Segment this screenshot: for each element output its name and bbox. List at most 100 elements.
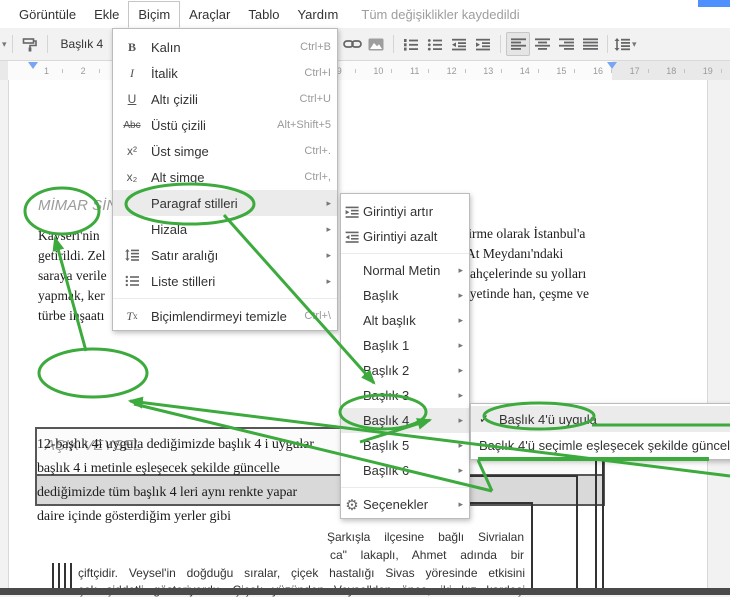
toolbar-divider [607,35,609,53]
align-right-icon [558,38,574,50]
menu-item-bicimlendirmeyi-temizle[interactable]: Tx Biçimlendirmeyi temizle Ctrl+\ [113,303,337,329]
ruler-number: 15 [556,66,567,76]
align-left-button[interactable] [506,32,531,56]
submenu-arrow-icon: ▸ [458,290,463,300]
doc-paragraph-line[interactable]: Şarkışla ilçesine bağlı Sivrialan [327,530,524,544]
menu-item-label: Üst simge [151,143,209,159]
menubar-item-goruntule[interactable]: Görüntüle [10,2,85,27]
menu-item-baslik4-guncelle[interactable]: Başlık 4'ü seçimle eşleşecek şekilde gün… [471,432,730,458]
table-border [58,563,60,591]
decrease-indent-button[interactable] [447,32,471,56]
justify-button[interactable] [578,32,602,56]
doc-paragraph-line[interactable]: daire içinde gösterdiğim yerler gibi [37,509,231,525]
menu-item-ustu-cizili[interactable]: Abc Üstü çizili Alt+Shift+5 [113,112,337,138]
align-center-button[interactable] [530,32,554,56]
menu-shortcut: Alt+Shift+5 [277,119,331,131]
doc-paragraph-line[interactable]: başlık 4 i metinle eşleşecek şekilde gün… [37,461,280,477]
submenu-arrow-icon: ▸ [458,390,463,400]
menu-item-liste-stilleri[interactable]: Liste stilleri ▸ [113,268,337,294]
menu-item-baslik[interactable]: Başlık ▸ [341,283,469,308]
numbered-list-icon [404,38,419,51]
line-spacing-icon [614,37,630,51]
left-indent-marker[interactable] [28,62,38,69]
doc-paragraph-line[interactable]: , At Meydanı'ndaki [460,246,563,262]
gear-icon: ⚙ [345,496,359,514]
paint-format-button[interactable] [18,32,42,56]
ruler-number: 1 [44,66,50,76]
align-right-button[interactable] [554,32,578,56]
menu-item-baslik-5[interactable]: Başlık 5 ▸ [341,433,469,458]
submenu-arrow-icon: ▸ [458,499,463,509]
menu-item-label: Satır aralığı [151,247,219,263]
doc-paragraph-line[interactable]: ca" lakaplı, Ahmet adında bir [330,548,524,562]
menu-item-paragraf-stilleri[interactable]: Paragraf stilleri ▸ [113,190,337,216]
menubar-item-tablo[interactable]: Tablo [239,2,288,27]
menu-item-label: Başlık 1 [363,338,410,353]
menu-item-label: Hizala [151,221,188,237]
submenu-arrow-icon: ▸ [326,197,331,208]
underline-icon: U [127,92,137,106]
right-indent-marker[interactable] [607,62,617,69]
menu-item-baslik-6[interactable]: Başlık 6 ▸ [341,458,469,483]
share-button-partial[interactable] [698,0,730,7]
table-border [468,475,578,477]
menu-item-label: Başlık 4'ü uygula [499,411,597,427]
strikethrough-icon: Abc [123,119,141,131]
menu-item-alt-simge[interactable]: x₂ Alt simge Ctrl+, [113,164,337,190]
menu-separator [113,298,337,299]
menu-item-label: Başlık 4'ü seçimle eşleşecek şekilde gün… [479,437,730,453]
menu-item-baslik-1[interactable]: Başlık 1 ▸ [341,333,469,358]
ruler[interactable]: 12345678910111213141516171819 [0,61,730,81]
menubar-item-araclar[interactable]: Araçlar [180,2,239,27]
menu-item-kalin[interactable]: B Kalın Ctrl+B [113,34,337,60]
doc-paragraph-line[interactable]: ahçelerinde su yolları [470,266,586,282]
submenu-arrow-icon: ▸ [458,415,463,425]
menu-item-alt-baslik[interactable]: Alt başlık ▸ [341,308,469,333]
menu-item-baslik-4[interactable]: Başlık 4 ▸ [341,408,469,433]
clear-formatting-icon: Tx [126,308,138,323]
bulleted-list-button[interactable] [423,32,447,56]
align-center-icon [534,38,550,50]
submenu-arrow-icon: ▸ [458,440,463,450]
menu-item-alti-cizili[interactable]: U Altı çizili Ctrl+U [113,86,337,112]
menu-item-girintiyi-azalt[interactable]: Girintiyi azalt [341,224,469,249]
decrease-indent-icon [341,231,363,243]
numbered-list-button[interactable] [399,32,423,56]
insert-image-button[interactable] [364,32,388,56]
increase-indent-button[interactable] [471,32,495,56]
doc-paragraph-line[interactable]: iyetinde han, çeşme ve [466,286,589,302]
decrease-indent-icon [452,38,467,50]
menu-item-ust-simge[interactable]: x² Üst simge Ctrl+. [113,138,337,164]
menu-item-italik[interactable]: I İtalik Ctrl+I [113,60,337,86]
doc-paragraph-line[interactable]: 12-başlık 4i uygula dediğimizde başlık 4… [37,437,314,453]
paragraph-style-selector[interactable]: Başlık 4 [53,37,112,51]
doc-paragraph-line[interactable]: Kayseri'nin [38,228,100,244]
menu-item-secenekler[interactable]: ⚙ Seçenekler ▸ [341,492,469,517]
doc-paragraph-line[interactable]: çiftçidir. Veysel'in doğduğu sıralar, çi… [78,566,525,580]
menu-item-baslik-2[interactable]: Başlık 2 ▸ [341,358,469,383]
submenu-arrow-icon: ▸ [458,265,463,275]
menubar-item-ekle[interactable]: Ekle [85,2,128,27]
line-spacing-button[interactable]: ▾ [613,32,637,56]
submenu-arrow-icon: ▸ [326,223,331,234]
menu-item-hizala[interactable]: Hizala ▸ [113,216,337,242]
doc-paragraph-line[interactable]: şirme olarak İstanbul'a [463,226,585,242]
ruler-tick [720,69,722,73]
doc-paragraph-line[interactable]: yapmak, ker [38,288,105,304]
menu-item-baslik-3[interactable]: Başlık 3 ▸ [341,383,469,408]
toolbar-overflow-caret-icon[interactable]: ▾ [2,39,7,50]
menu-item-label: Biçimlendirmeyi temizle [151,308,287,324]
menubar-item-yardim[interactable]: Yardım [288,2,347,27]
check-icon: ✓ [479,412,490,426]
doc-paragraph-line[interactable]: getirildi. Zel [38,248,105,264]
doc-paragraph-line[interactable]: saraya verile [38,268,107,284]
menu-item-baslik4-uygula[interactable]: ✓ Başlık 4'ü uygula [471,406,730,432]
menubar-item-bicim[interactable]: Biçim [128,0,181,28]
doc-paragraph-line[interactable]: dediğimizde tüm başlık 4 leri aynı renkt… [37,485,297,501]
menu-item-girintiyi-artir[interactable]: Girintiyi artır [341,199,469,224]
ruler-tick [391,69,393,73]
insert-link-button[interactable] [340,32,364,56]
menu-item-satir-araligi[interactable]: Satır aralığı ▸ [113,242,337,268]
menu-item-normal-metin[interactable]: Normal Metin ▸ [341,258,469,283]
doc-paragraph-line[interactable]: türbe inşaatı [38,308,104,324]
